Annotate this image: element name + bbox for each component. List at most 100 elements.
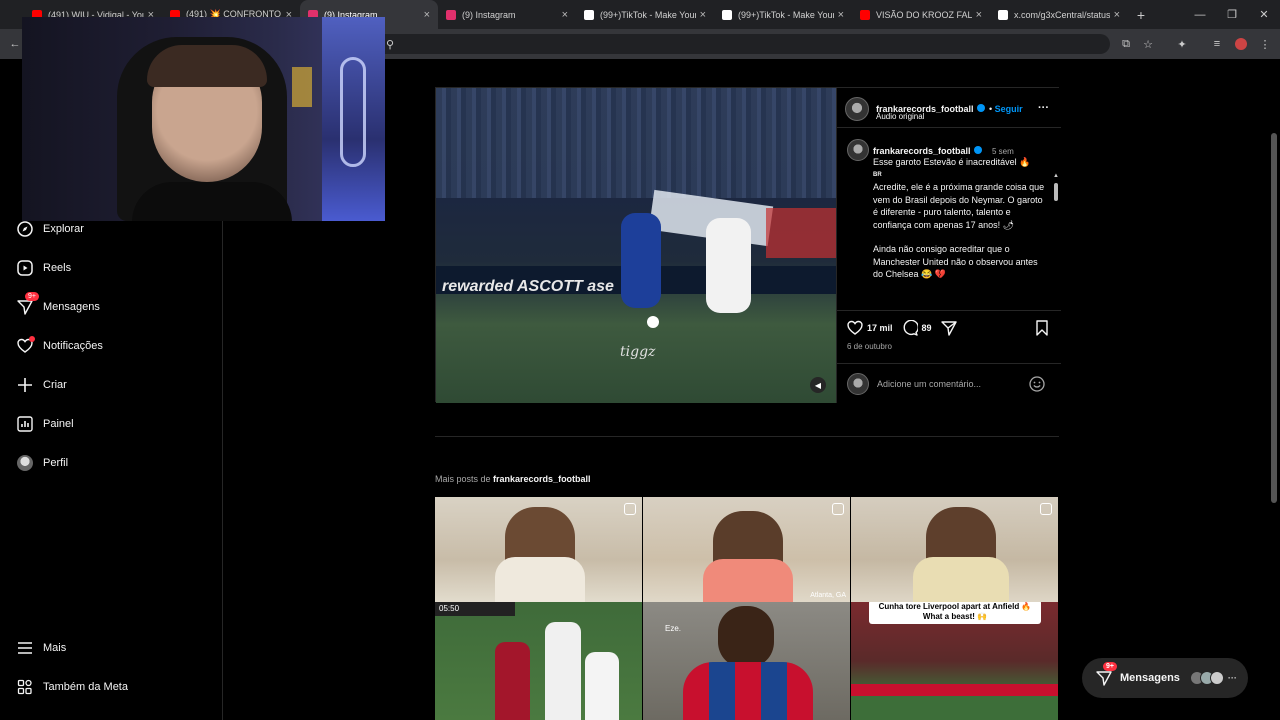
comment-icon[interactable]: [902, 320, 918, 336]
sidebar-item-mais[interactable]: Mais: [16, 636, 66, 660]
more-post-thumb[interactable]: [435, 497, 642, 602]
floating-messages-label: Mensagens: [1120, 672, 1180, 684]
follow-button[interactable]: Seguir: [995, 104, 1023, 114]
notification-dot: [29, 336, 35, 342]
sidebar-item-label: Perfil: [43, 457, 69, 469]
like-heart-icon[interactable]: [847, 320, 863, 336]
thumb-location: Atlanta, GA: [810, 592, 846, 599]
more-posts-title: Mais posts de frankarecords_football: [435, 474, 591, 484]
page-scrollbar-thumb[interactable]: [1271, 133, 1277, 503]
save-bookmark-icon[interactable]: [1035, 320, 1049, 336]
sidebar-item-mensagens[interactable]: 9+ Mensagens: [16, 292, 100, 319]
share-icon[interactable]: [940, 320, 957, 336]
close-tab-icon[interactable]: ×: [1114, 9, 1120, 21]
more-posts-prefix: Mais posts de: [435, 474, 494, 484]
install-app-icon[interactable]: ⧉: [1119, 37, 1133, 51]
sidebar-item-label: Explorar: [43, 223, 84, 235]
verified-icon: [976, 103, 985, 112]
post-actions: 17 mil 89 6 de outubro: [837, 310, 1061, 360]
sidebar-item-label: Criar: [43, 379, 67, 391]
browser-tab[interactable]: (99+)TikTok - Make Your Day ×: [576, 0, 714, 29]
close-tab-icon[interactable]: ×: [700, 9, 706, 21]
sidebar-item-label: Mensagens: [43, 301, 100, 313]
messenger-icon: 9+: [1096, 662, 1117, 686]
more-post-thumb[interactable]: [851, 497, 1058, 602]
caption-time: 5 sem: [991, 147, 1014, 156]
media-control-icon[interactable]: ≡: [1210, 37, 1224, 51]
extensions-icon[interactable]: ✦: [1175, 37, 1189, 51]
caption-flag: BR: [873, 171, 882, 178]
floating-messages-button[interactable]: 9+ Mensagens ···: [1082, 658, 1248, 698]
like-count[interactable]: 17 mil: [867, 323, 893, 333]
close-tab-icon[interactable]: ×: [424, 9, 430, 21]
instagram-icon: [446, 9, 456, 20]
sidebar-item-notificacoes[interactable]: Notificações: [16, 334, 103, 358]
emoji-icon[interactable]: [1029, 376, 1045, 392]
recent-contacts-avatars: [1189, 671, 1224, 685]
back-icon[interactable]: ←: [8, 37, 22, 51]
caption-username[interactable]: frankarecords_football: [873, 146, 971, 156]
browser-tab[interactable]: VISÃO DO KROOZ FALAN ×: [852, 0, 990, 29]
more-posts-username[interactable]: frankarecords_football: [493, 474, 591, 484]
tab-title: VISÃO DO KROOZ FALAN: [876, 9, 972, 20]
meta-icon: [16, 678, 34, 696]
caption-avatar[interactable]: [847, 139, 869, 161]
sidebar-item-painel[interactable]: Painel: [16, 412, 74, 436]
sidebar-item-criar[interactable]: Criar: [16, 373, 67, 397]
volume-icon[interactable]: ◀: [810, 377, 826, 393]
new-tab-button[interactable]: +: [1128, 0, 1154, 29]
messages-badge: 9+: [1103, 662, 1117, 671]
sidebar-item-label: Mais: [43, 642, 67, 654]
plus-icon: [16, 376, 34, 394]
reel-icon: [832, 503, 844, 515]
caption-scrollbar[interactable]: ▲ ▼: [1053, 173, 1059, 309]
sidebar-item-label: Painel: [43, 418, 74, 430]
more-post-thumb[interactable]: Eze.: [643, 602, 850, 720]
more-options-icon[interactable]: ···: [1038, 102, 1049, 114]
post-caption: frankarecords_football 5 sem Esse garoto…: [837, 129, 1061, 309]
comment-box: Adicione um comentário...: [837, 363, 1061, 403]
browser-tab[interactable]: (9) Instagram ×: [438, 0, 576, 29]
more-post-thumb[interactable]: Atlanta, GA: [643, 497, 850, 602]
close-tab-icon[interactable]: ×: [838, 9, 844, 21]
author-avatar[interactable]: [845, 97, 869, 121]
comment-count[interactable]: 89: [922, 323, 932, 333]
minimize-button[interactable]: —: [1184, 0, 1216, 29]
bookmark-star-icon[interactable]: ☆: [1141, 37, 1155, 51]
verified-icon: [973, 145, 982, 154]
tab-title: x.com/g3xCentral/status/: [1014, 9, 1110, 20]
menu-icon: [16, 639, 34, 657]
commenter-avatar: [847, 373, 869, 395]
sidebar-item-label: Reels: [43, 262, 72, 274]
more-post-thumb[interactable]: 05:50: [435, 602, 642, 720]
video-watermark: tiggz: [620, 344, 656, 360]
browser-menu-icon[interactable]: ⋮: [1258, 37, 1272, 51]
sidebar-item-perfil[interactable]: Perfil: [16, 451, 68, 475]
close-tab-icon[interactable]: ×: [562, 9, 568, 21]
sidebar-item-reels[interactable]: Reels: [16, 256, 71, 280]
webcam-overlay: [22, 17, 385, 221]
browser-tab[interactable]: (99+)TikTok - Make Your Day ×: [714, 0, 852, 29]
audio-label[interactable]: Áudio original: [876, 112, 924, 121]
youtube-icon: [860, 9, 870, 20]
thumb-caption: Eze.: [665, 624, 682, 633]
comment-input[interactable]: Adicione um comentário...: [877, 379, 981, 389]
tiktok-icon: [722, 9, 732, 20]
more-post-thumb[interactable]: Cunha tore Liverpool apart at Anfield 🔥 …: [851, 602, 1058, 720]
profile-avatar-icon[interactable]: [1234, 37, 1248, 51]
close-window-button[interactable]: ✕: [1248, 0, 1280, 29]
sidebar-item-tambem-da-meta[interactable]: Também da Meta: [16, 675, 128, 699]
section-divider: [435, 436, 1059, 437]
close-tab-icon[interactable]: ×: [976, 9, 982, 21]
caption-line1: Esse garoto Estevão é inacreditável 🔥: [873, 157, 1031, 167]
caption-paragraph-1: Acredite, ele é a próxima grande coisa q…: [873, 182, 1045, 230]
browser-tab[interactable]: x.com/g3xCentral/status/ ×: [990, 0, 1128, 29]
more-icon: ···: [1227, 673, 1237, 683]
page-scrollbar[interactable]: [1268, 59, 1280, 720]
post-video[interactable]: rewarded ASCOTT ase tiggz ◀: [436, 88, 836, 403]
maximize-button[interactable]: ❐: [1216, 0, 1248, 29]
thumb-caption: Cunha tore Liverpool apart at Anfield 🔥 …: [869, 602, 1041, 624]
post-viewer: rewarded ASCOTT ase tiggz ◀ frankarecord…: [435, 87, 1061, 403]
thumb-scoreboard: 05:50: [435, 602, 515, 616]
window-controls: — ❐ ✕: [1184, 0, 1280, 29]
